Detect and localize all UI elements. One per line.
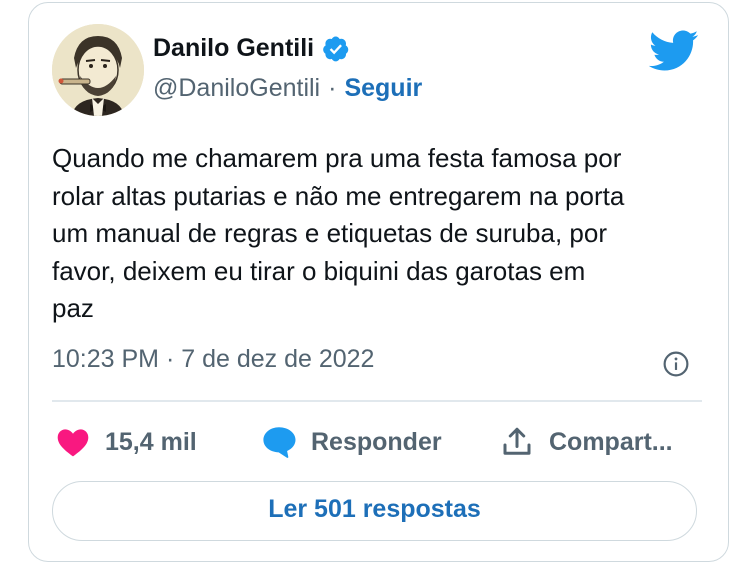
- divider: [52, 400, 702, 402]
- avatar[interactable]: [52, 24, 144, 116]
- reply-button[interactable]: Responder: [261, 420, 442, 464]
- reply-bubble-icon: [263, 427, 296, 458]
- share-label: Compart...: [549, 427, 673, 456]
- heart-icon: [57, 429, 89, 457]
- like-count: 15,4 mil: [105, 427, 197, 456]
- action-bar: 15,4 mil Responder Compart...: [52, 420, 712, 464]
- share-icon: [503, 427, 531, 455]
- verified-badge-icon: [323, 36, 349, 61]
- tweet-text: Quando me chamarem pra uma festa famosa …: [52, 143, 625, 323]
- author-handle[interactable]: @DaniloGentili: [153, 74, 320, 103]
- twitter-bird-icon[interactable]: [649, 30, 699, 72]
- like-button[interactable]: 15,4 mil: [55, 420, 197, 464]
- share-button[interactable]: Compart...: [499, 420, 673, 464]
- author-handle-row: @DaniloGentili · Seguir: [153, 74, 422, 103]
- author-name-row[interactable]: Danilo Gentili: [153, 34, 350, 63]
- reply-label: Responder: [311, 427, 442, 456]
- info-icon[interactable]: [663, 351, 689, 377]
- avatar-illustration: [52, 24, 144, 116]
- follow-button[interactable]: Seguir: [344, 74, 422, 103]
- read-replies-button[interactable]: Ler 501 respostas: [52, 481, 697, 541]
- handle-separator: ·: [328, 74, 337, 102]
- tweet-timestamp[interactable]: 10:23 PM · 7 de dez de 2022: [52, 345, 374, 374]
- author-name[interactable]: Danilo Gentili: [153, 34, 314, 63]
- read-replies-label: Ler 501 respostas: [268, 495, 481, 523]
